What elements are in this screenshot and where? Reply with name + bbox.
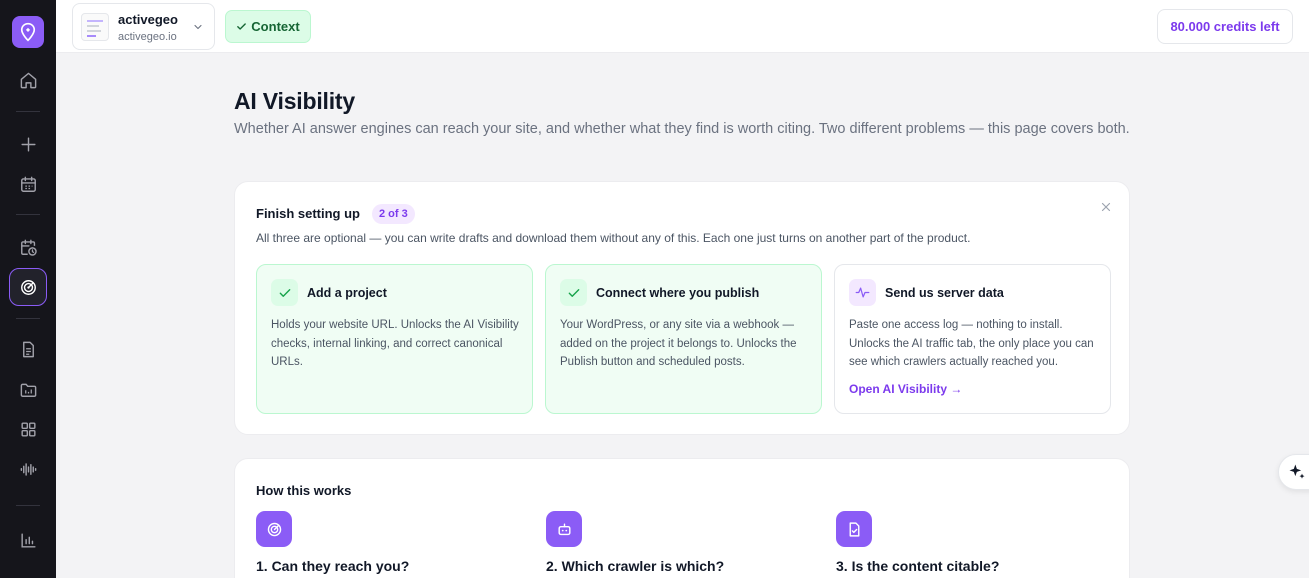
how-step-icon — [546, 511, 582, 547]
how-step-title: 3. Is the content citable? — [836, 558, 1000, 574]
ai-assistant-button[interactable] — [1278, 454, 1309, 490]
document-icon — [22, 341, 34, 357]
open-ai-visibility-link[interactable]: Open AI Visibility → — [849, 382, 962, 396]
clock-calendar-icon — [20, 239, 37, 256]
task-description: Paste one access log — nothing to instal… — [849, 319, 1094, 368]
how-step: 1. Can they reach you? — [256, 511, 409, 574]
calendar-icon — [20, 176, 36, 192]
setup-task-add-project[interactable]: Add a project Holds your website URL. Un… — [256, 264, 533, 414]
sparkles-icon — [1289, 464, 1305, 479]
task-status — [849, 279, 876, 306]
sidebar-item-analytics[interactable] — [14, 526, 42, 554]
how-step-icon — [836, 511, 872, 547]
how-step: 3. Is the content citable? — [836, 511, 999, 574]
sidebar-item-home[interactable] — [14, 66, 42, 94]
home-icon — [20, 72, 36, 88]
sidebar-divider — [16, 505, 40, 506]
sidebar-item-apps[interactable] — [14, 415, 42, 443]
task-title: Send us server data — [885, 286, 1004, 300]
task-title: Add a project — [307, 286, 387, 300]
task-title: Connect where you publish — [596, 286, 760, 300]
sidebar-item-new[interactable] — [14, 130, 42, 158]
how-title: How this works — [256, 483, 352, 498]
project-name: activegeo — [118, 12, 178, 27]
project-switcher[interactable]: activegeo activegeo.io — [72, 3, 215, 50]
top-bar: activegeo activegeo.io Context 80.000 cr… — [56, 0, 1309, 53]
setup-card: Finish setting up 2 of 3 All three are o… — [234, 181, 1130, 435]
sidebar-item-schedule[interactable] — [14, 233, 42, 261]
page-subtitle: Whether AI answer engines can reach your… — [234, 121, 1130, 137]
plus-icon — [20, 136, 36, 152]
sidebar-item-calendar[interactable] — [14, 170, 42, 198]
context-button[interactable]: Context — [225, 10, 311, 43]
audio-waveform-icon — [20, 462, 36, 476]
robot-icon — [557, 522, 571, 535]
page-title: AI Visibility — [234, 88, 355, 114]
how-it-works-card: How this works 1. Can they reach you? 2.… — [234, 458, 1130, 578]
sidebar — [0, 0, 56, 578]
check-icon — [237, 23, 247, 30]
task-status — [271, 279, 298, 306]
how-step-icon — [256, 511, 292, 547]
sidebar-divider — [16, 318, 40, 319]
how-step: 2. Which crawler is which? — [546, 511, 724, 574]
sidebar-item-folders[interactable] — [14, 375, 42, 403]
check-icon — [279, 288, 290, 297]
bar-chart-icon — [20, 532, 36, 548]
task-status — [560, 279, 587, 306]
app-logo[interactable] — [12, 16, 44, 48]
folder-icon — [20, 383, 36, 397]
context-label: Context — [251, 19, 300, 34]
check-icon — [568, 288, 579, 297]
document-check-icon — [849, 521, 859, 537]
setup-description: All three are optional — you can write d… — [256, 231, 971, 245]
task-description: Your WordPress, or any site via a webhoo… — [560, 319, 797, 368]
task-description: Holds your website URL. Unlocks the AI V… — [271, 319, 519, 368]
sidebar-item-documents[interactable] — [14, 335, 42, 363]
sidebar-item-audio[interactable] — [14, 455, 42, 483]
radar-icon — [267, 522, 281, 536]
setup-title: Finish setting up — [256, 206, 360, 221]
chevron-down-icon — [194, 24, 202, 30]
setup-task-server-data[interactable]: Send us server data Paste one access log… — [834, 264, 1111, 414]
sidebar-divider — [16, 214, 40, 215]
credits-badge[interactable]: 80.000 credits left — [1157, 9, 1293, 44]
sidebar-item-ai-visibility[interactable] — [9, 268, 47, 306]
map-pin-icon — [20, 22, 36, 42]
setup-progress-badge: 2 of 3 — [372, 204, 415, 224]
radar-icon — [20, 279, 36, 295]
activity-icon — [855, 287, 870, 298]
project-thumbnail — [81, 13, 109, 41]
close-icon[interactable] — [1099, 200, 1113, 214]
how-step-title: 1. Can they reach you? — [256, 558, 410, 574]
sidebar-divider — [16, 111, 40, 112]
setup-task-connect-publish[interactable]: Connect where you publish Your WordPress… — [545, 264, 822, 414]
project-url: activegeo.io — [118, 31, 177, 43]
how-step-title: 2. Which crawler is which? — [546, 558, 725, 574]
grid-icon — [20, 421, 36, 437]
